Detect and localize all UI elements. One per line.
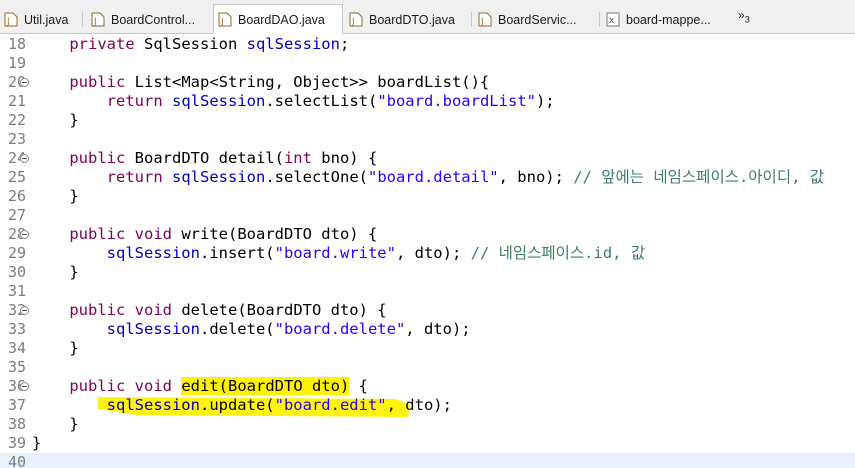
code-text: public void edit(BoardDTO dto) { <box>69 377 368 395</box>
code-line[interactable]: 33 sqlSession.delete("board.delete", dto… <box>0 320 855 339</box>
code-line[interactable]: 19 <box>0 54 855 73</box>
java-file-icon: J <box>91 12 105 27</box>
fold-toggle-icon[interactable] <box>20 306 29 315</box>
code-text: return sqlSession.selectOne("board.detai… <box>106 168 825 186</box>
code-text: } <box>32 263 79 281</box>
java-file-icon: J <box>218 12 232 27</box>
code-line[interactable]: 21 return sqlSession.selectList("board.b… <box>0 92 855 111</box>
code-line[interactable]: 27 <box>0 206 855 225</box>
code-line[interactable]: 39} <box>0 434 855 453</box>
code-editor[interactable]: 18 private SqlSession sqlSession; 19 20 pu… <box>0 34 855 468</box>
fold-toggle-icon[interactable] <box>20 382 29 391</box>
code-line[interactable]: 32 public void delete(BoardDTO dto) { <box>0 301 855 320</box>
code-line[interactable]: 28 public void write(BoardDTO dto) { <box>0 225 855 244</box>
line-number: 31 <box>7 282 26 300</box>
code-text: return sqlSession.selectList("board.boar… <box>106 92 555 110</box>
tab-separator <box>471 12 472 27</box>
code-line[interactable]: 24 public BoardDTO detail(int bno) { <box>0 149 855 168</box>
line-number: 38 <box>7 415 26 433</box>
code-line[interactable]: 34 } <box>0 339 855 358</box>
code-line[interactable]: 40 <box>0 453 855 468</box>
line-number: 37 <box>7 396 26 414</box>
line-number: 34 <box>7 339 26 357</box>
line-number: 35 <box>7 358 26 376</box>
tab-board-mapper[interactable]: x board-mappe... <box>602 6 730 33</box>
code-line[interactable]: 18 private SqlSession sqlSession; <box>0 35 855 54</box>
tab-label: BoardDAO.java <box>238 12 325 27</box>
line-number: 27 <box>7 206 26 224</box>
xml-file-icon: x <box>606 12 620 27</box>
code-line[interactable]: 35 <box>0 358 855 377</box>
overflow-chevron-icon: » <box>738 8 745 22</box>
code-line[interactable]: 36 public void edit(BoardDTO dto) { <box>0 377 855 396</box>
editor-tab-bar: J Util.java J BoardControl... J BoardDAO… <box>0 0 855 34</box>
tab-overflow-button[interactable]: »3 <box>738 8 750 24</box>
line-number: 33 <box>7 320 26 338</box>
code-text: sqlSession.delete("board.delete", dto); <box>106 320 471 338</box>
code-line[interactable]: 38 } <box>0 415 855 434</box>
line-number: 25 <box>7 168 26 186</box>
code-text: public BoardDTO detail(int bno) { <box>69 149 378 167</box>
line-number: 23 <box>7 130 26 148</box>
tab-label: BoardDTO.java <box>369 12 455 27</box>
svg-text:J: J <box>6 17 10 27</box>
line-number: 40 <box>7 453 26 468</box>
code-line[interactable]: 22 } <box>0 111 855 130</box>
tab-board-service[interactable]: J BoardServic... <box>474 6 600 33</box>
code-text: public void write(BoardDTO dto) { <box>69 225 378 243</box>
svg-text:J: J <box>351 17 355 27</box>
code-line[interactable]: 29 sqlSession.insert("board.write", dto)… <box>0 244 855 263</box>
code-text: private SqlSession sqlSession; <box>69 35 350 53</box>
line-number: 30 <box>7 263 26 281</box>
code-text: public List<Map<String, Object>> boardLi… <box>69 73 490 91</box>
line-number: 21 <box>7 92 26 110</box>
code-text: } <box>32 187 79 205</box>
tab-util-java[interactable]: J Util.java <box>0 6 83 33</box>
line-number: 26 <box>7 187 26 205</box>
code-line[interactable]: 37 sqlSession.update("board.edit", dto); <box>0 396 855 415</box>
code-text: } <box>32 111 79 129</box>
tab-separator <box>82 12 83 27</box>
svg-text:x: x <box>609 16 615 26</box>
tab-board-dao[interactable]: J BoardDAO.java <box>213 4 343 34</box>
code-text: } <box>32 415 79 433</box>
code-line[interactable]: 20 public List<Map<String, Object>> boar… <box>0 73 855 92</box>
tab-label: board-mappe... <box>626 12 711 27</box>
svg-text:J: J <box>480 17 484 27</box>
code-line[interactable]: 25 return sqlSession.selectOne("board.de… <box>0 168 855 187</box>
code-line[interactable]: 23 <box>0 130 855 149</box>
svg-text:J: J <box>220 17 224 27</box>
java-file-icon: J <box>349 12 363 27</box>
code-text: sqlSession.insert("board.write", dto); /… <box>106 244 646 262</box>
tab-label: Util.java <box>24 12 69 27</box>
code-line[interactable]: 30 } <box>0 263 855 282</box>
fold-toggle-icon[interactable] <box>20 78 29 87</box>
line-number: 19 <box>7 54 26 72</box>
code-line[interactable]: 26 } <box>0 187 855 206</box>
line-number: 39 <box>7 434 26 452</box>
java-file-icon: J <box>4 12 18 27</box>
tab-label: BoardControl... <box>111 12 196 27</box>
java-file-icon: J <box>478 12 492 27</box>
fold-toggle-icon[interactable] <box>20 230 29 239</box>
code-text: } <box>32 434 42 452</box>
overflow-count: 3 <box>744 14 750 25</box>
code-text: public void delete(BoardDTO dto) { <box>69 301 387 319</box>
fold-toggle-icon[interactable] <box>20 154 29 163</box>
line-number: 22 <box>7 111 26 129</box>
code-line[interactable]: 31 <box>0 282 855 301</box>
code-text: sqlSession.update("board.edit", dto); <box>106 396 452 414</box>
line-number: 18 <box>7 35 26 53</box>
tab-label: BoardServic... <box>498 12 577 27</box>
line-number: 29 <box>7 244 26 262</box>
tab-separator <box>599 12 600 27</box>
svg-text:J: J <box>93 17 97 27</box>
tab-board-controller[interactable]: J BoardControl... <box>87 6 211 33</box>
code-text: } <box>32 339 79 357</box>
tab-board-dto[interactable]: J BoardDTO.java <box>345 6 472 33</box>
